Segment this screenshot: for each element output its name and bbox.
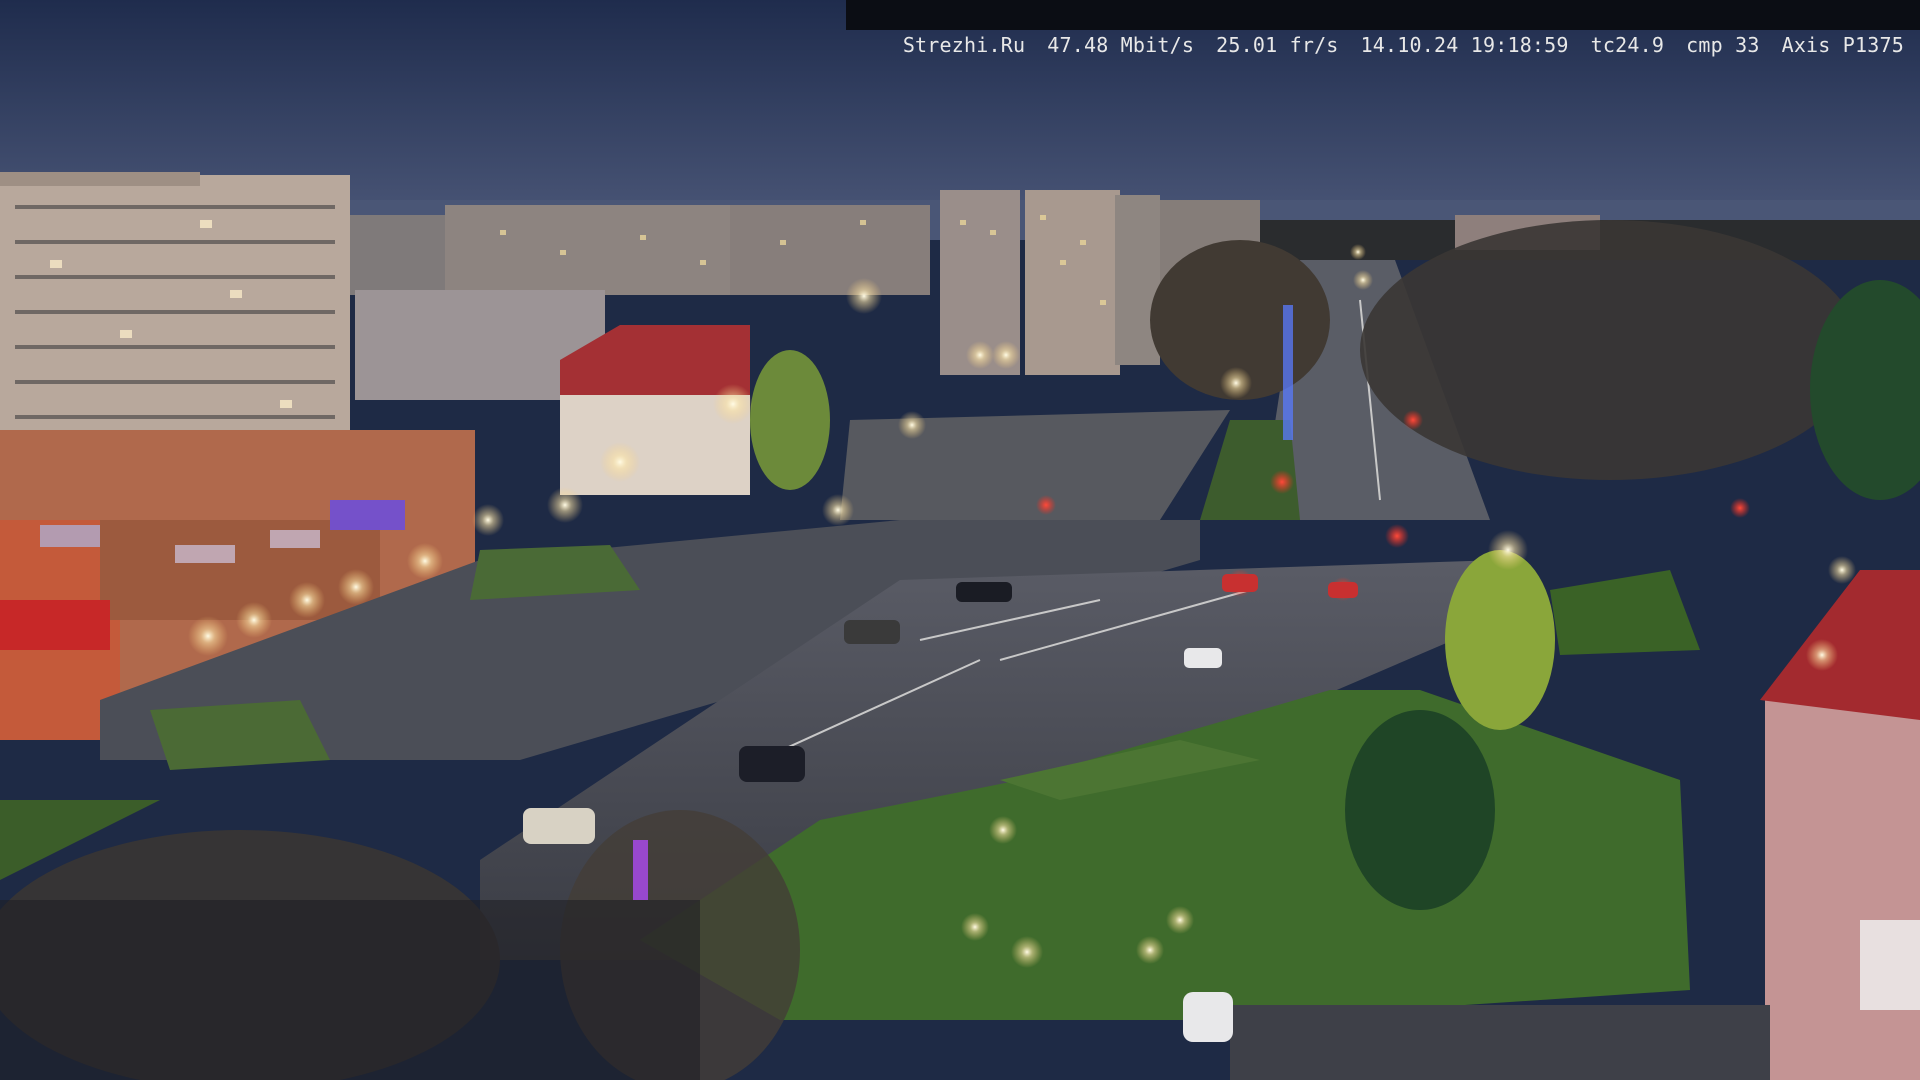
right-corner-building [1760, 570, 1920, 1080]
site-name: Strezhi.Ru [902, 33, 1026, 57]
cmp-readout: cmp 33 [1686, 33, 1760, 57]
tc-readout: tc24.9 [1590, 33, 1665, 57]
festive-lights [1283, 305, 1293, 440]
timestamp: 14.10.24 19:18:59 [1360, 33, 1569, 57]
parked-car [1183, 992, 1233, 1042]
bitrate-readout: 47.48 Mbit/s [1047, 33, 1195, 57]
camera-info-overlay: Strezhi.Ru 47.48 Mbit/s 25.01 fr/s 14.10.24… [845, 0, 1920, 57]
camera-view: Strezhi.Ru 47.48 Mbit/s 25.01 fr/s 14.10.24… [0, 0, 1920, 1080]
parking-lot [1230, 1005, 1770, 1080]
street-scene-image [0, 0, 1920, 1080]
framerate-readout: 25.01 fr/s [1216, 33, 1339, 57]
camera-model: Axis P1375 [1781, 33, 1904, 57]
